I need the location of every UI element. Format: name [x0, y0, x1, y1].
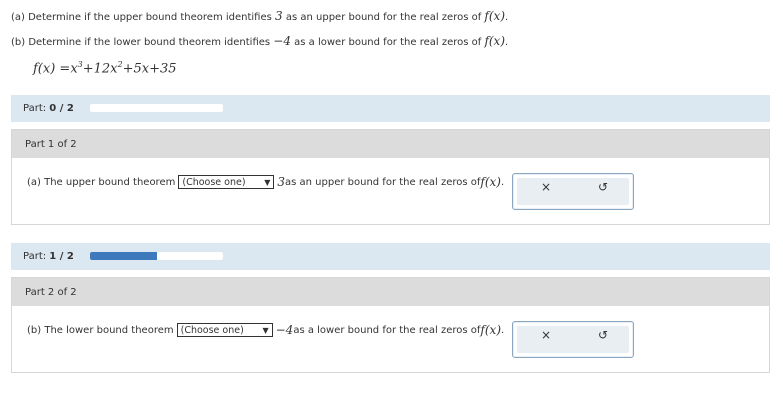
part-progress-bar-2: Part: 1 / 2	[11, 243, 770, 270]
question-b-number: −4	[273, 34, 291, 48]
question-a: (a) Determine if the upper bound theorem…	[11, 9, 508, 23]
clear-icon[interactable]: ×	[541, 180, 551, 194]
question-b-end: .	[505, 37, 509, 48]
part-progress-count: 1 / 2	[49, 251, 74, 262]
part-1-prefix: (a) The upper bound theorem	[27, 176, 176, 188]
question-a-end: .	[505, 12, 509, 23]
progress-fill	[90, 252, 157, 260]
question-a-fx: f(x)	[484, 9, 505, 23]
part-2-prefix: (b) The lower bound theorem	[27, 324, 174, 336]
dropdown-arrow-icon: ▼	[264, 177, 271, 187]
part-label-text: Part:	[23, 103, 50, 114]
part-1-choose-select[interactable]: (Choose one) ▼	[178, 175, 275, 189]
part-2-choose-select[interactable]: (Choose one) ▼	[176, 323, 273, 337]
function-definition: f(x) =x3+12x2+5x+35	[33, 60, 177, 76]
question-b: (b) Determine if the lower bound theorem…	[11, 34, 508, 48]
part-1-end: .	[500, 176, 505, 188]
question-b-middle: as a lower bound for the real zeros of	[290, 37, 485, 48]
function-lhs: f(x) =	[33, 61, 71, 77]
question-b-fx: f(x)	[484, 34, 506, 48]
progress-track	[90, 252, 223, 260]
clear-icon[interactable]: ×	[541, 328, 551, 342]
question-a-middle: as an upper bound for the real zeros of	[282, 12, 485, 23]
part-progress-label: Part: 1 / 2	[23, 251, 74, 262]
part-2-end: .	[501, 324, 505, 336]
function-term-2: +12x	[82, 61, 118, 77]
part-1-action-box: × ↺	[512, 173, 634, 210]
part-progress-label: Part: 0 / 2	[23, 103, 74, 114]
part-1-action-inner	[517, 178, 629, 205]
part-2-card: Part 2 of 2 (b) The lower bound theorem …	[11, 277, 770, 373]
part-1-title: Part 1 of 2	[25, 139, 77, 150]
part-2-action-inner	[517, 326, 629, 353]
part-2-select-value: (Choose one)	[180, 324, 244, 336]
part-1-card: Part 1 of 2 (a) The upper bound theorem …	[11, 129, 770, 225]
part-2-number: −4	[275, 323, 294, 337]
part-1-select-value: (Choose one)	[182, 176, 246, 188]
part-progress-count: 0 / 2	[49, 103, 74, 114]
part-progress-bar-1: Part: 0 / 2	[11, 95, 770, 122]
progress-track	[90, 104, 223, 112]
part-2-answer-row: (b) The lower bound theorem (Choose one)…	[27, 323, 504, 337]
function-term-1: x	[70, 61, 78, 77]
reset-icon[interactable]: ↺	[598, 180, 608, 194]
part-2-action-box: × ↺	[512, 321, 634, 358]
reset-icon[interactable]: ↺	[598, 328, 608, 342]
part-1-suffix: as an upper bound for the real zeros of	[285, 176, 481, 188]
part-1-number: 3	[277, 175, 285, 189]
part-2-suffix: as a lower bound for the real zeros of	[293, 324, 481, 336]
function-term-3: +5x+35	[122, 61, 177, 77]
question-a-number: 3	[275, 9, 283, 23]
part-2-title: Part 2 of 2	[25, 287, 77, 298]
part-2-header: Part 2 of 2	[12, 278, 769, 306]
part-1-fx: f(x)	[480, 175, 501, 189]
part-1-header: Part 1 of 2	[12, 130, 769, 158]
question-a-prefix: (a) Determine if the upper bound theorem…	[11, 12, 276, 23]
part-label-text: Part:	[23, 251, 50, 262]
part-1-answer-row: (a) The upper bound theorem (Choose one)…	[27, 175, 504, 189]
part-2-fx: f(x)	[480, 323, 501, 337]
question-b-prefix: (b) Determine if the lower bound theorem…	[11, 37, 274, 48]
dropdown-arrow-icon: ▼	[262, 325, 269, 335]
